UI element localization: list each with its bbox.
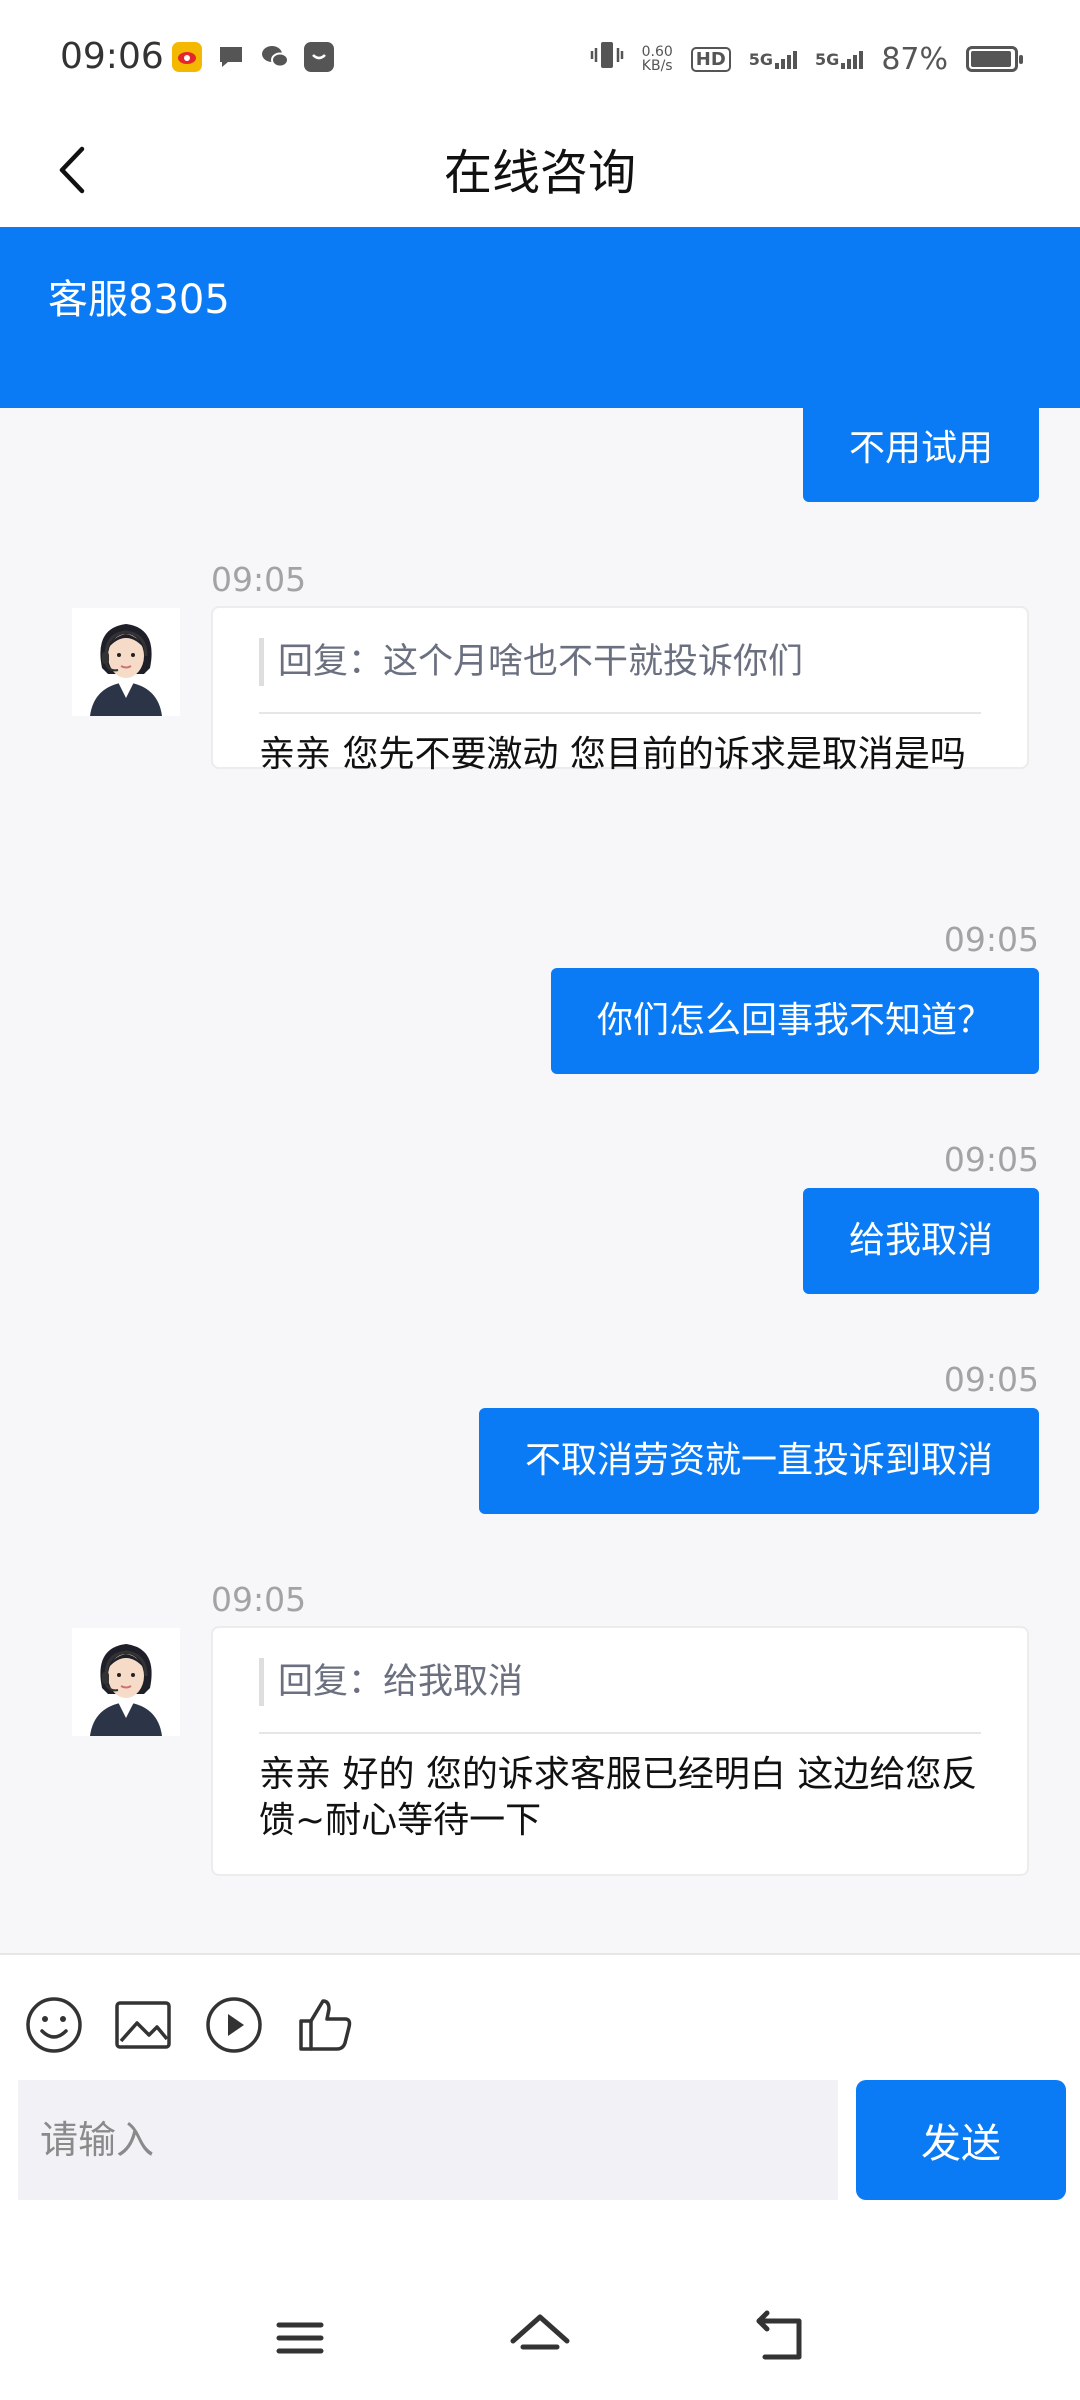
signal-1-label: 5G [748,49,774,69]
message-input[interactable] [18,2080,838,2200]
quote-divider [259,712,981,714]
agent-header: 客服8305 [0,227,1080,408]
net-speed-value: 0.60 [641,44,673,60]
menu-button[interactable] [265,2303,335,2373]
title-bar: 在线咨询 [0,115,1080,227]
hd-badge: HD [690,46,731,72]
signal-1: 5G [748,49,798,69]
signal-2-label: 5G [815,49,840,69]
agent-name: 客服8305 [48,277,230,323]
agent-avatar [72,1628,180,1736]
weibo-icon [172,42,202,72]
message-card-incoming[interactable]: 回复：给我取消 亲亲 好的 您的诉求客服已经明白 这边给您反馈~耐心等待一下 [211,1626,1029,1876]
message-text: 亲亲 您先不要激动 您目前的诉求是取消是吗 [259,734,966,775]
wechat-icon [260,42,290,72]
emoji-icon [26,1997,82,2053]
system-nav-bar [0,2223,1080,2400]
message-icon [216,42,246,72]
composer-area: 发送 [0,1953,1080,2225]
message-bubble-outgoing[interactable]: 给我取消 [802,1188,1039,1294]
video-icon [206,1997,262,2053]
like-button[interactable] [295,1995,355,2055]
message-time: 09:05 [943,1360,1039,1399]
status-bar: 09:06 0.60 KB/s HD 5G 5G 87% [0,0,1080,115]
battery-icon [966,46,1023,72]
message-time: 09:05 [943,920,1039,959]
chat-area[interactable]: 不用试用 09:05 回复：这个月啥也不干就投诉你们 亲亲 您先不要激动 您目前… [0,408,1080,1953]
notification-icons [172,42,334,72]
thumbs-up-icon [299,1999,352,2051]
message-time: 09:05 [211,560,307,599]
shopping-bag-icon [304,42,334,72]
message-bubble-outgoing[interactable]: 不取消劳资就一直投诉到取消 [478,1408,1039,1514]
agent-avatar [72,608,180,716]
menu-icon [276,2322,324,2354]
net-speed: 0.60 KB/s [642,45,673,73]
battery-percent: 87% [881,41,948,77]
signal-2: 5G [815,49,864,69]
home-button[interactable] [505,2303,575,2373]
page-title: 在线咨询 [443,145,636,201]
emoji-button[interactable] [24,1995,84,2055]
send-button[interactable]: 发送 [856,2080,1066,2200]
message-card-incoming[interactable]: 回复：这个月啥也不干就投诉你们 亲亲 您先不要激动 您目前的诉求是取消是吗 [211,606,1029,775]
back-nav-button[interactable] [745,2303,815,2373]
home-icon [510,2314,570,2350]
image-icon [115,2001,171,2049]
vibrate-icon [590,38,624,80]
video-button[interactable] [204,1995,264,2055]
battery-fill [971,51,1012,67]
status-right: 0.60 KB/s HD 5G 5G 87% [590,38,1023,80]
status-time: 09:06 [60,36,164,77]
message-time: 09:05 [943,1140,1039,1179]
reply-quote: 回复：给我取消 [259,1658,523,1706]
image-button[interactable] [113,1995,173,2055]
message-time: 09:05 [211,1580,307,1619]
message-text: 亲亲 好的 您的诉求客服已经明白 这边给您反馈~耐心等待一下 [259,1754,978,1841]
quote-divider [259,1732,981,1734]
reply-quote: 回复：这个月啥也不干就投诉你们 [259,638,803,686]
net-speed-unit: KB/s [641,58,673,74]
back-icon [756,2310,802,2360]
message-bubble-outgoing[interactable]: 你们怎么回事我不知道？ [550,968,1039,1074]
message-bubble-outgoing[interactable]: 不用试用 [802,408,1039,502]
